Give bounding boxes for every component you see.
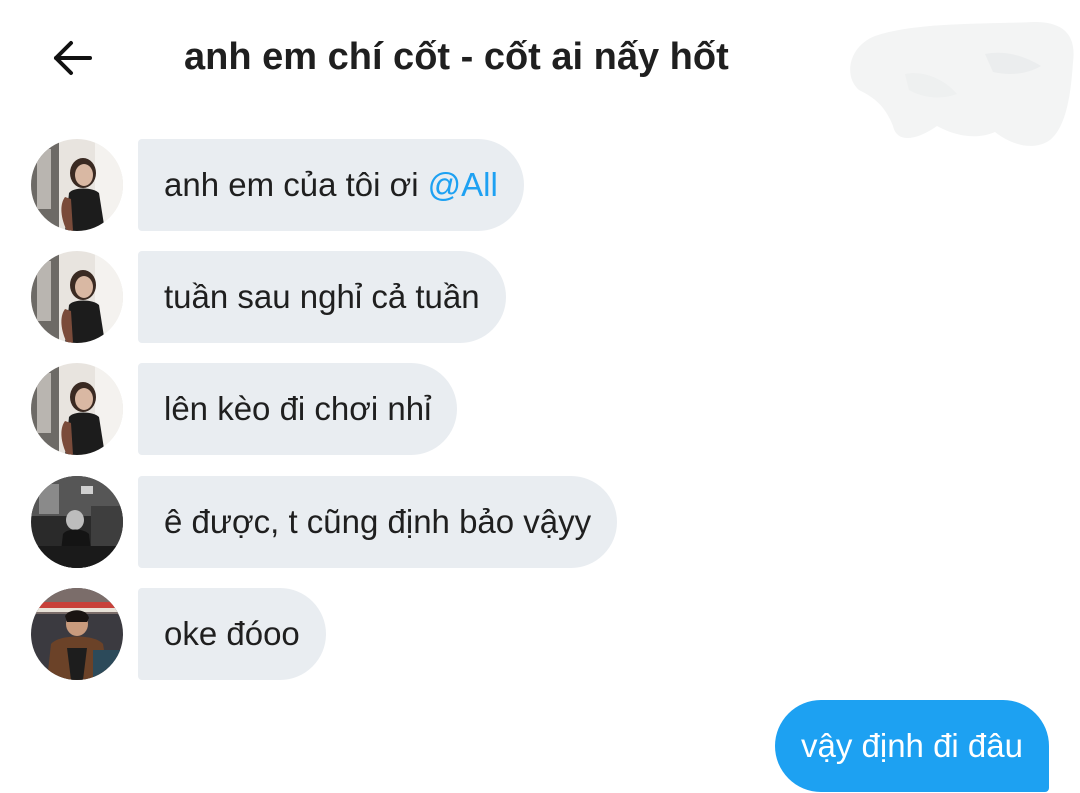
chat-title: anh em chí cốt - cốt ai nấy hốt xyxy=(184,36,729,78)
message-row: ê được, t cũng định bảo vậyy xyxy=(0,476,1080,568)
avatar[interactable] xyxy=(31,251,123,343)
chat-header: anh em chí cốt - cốt ai nấy hốt xyxy=(0,0,1080,146)
redacted-area xyxy=(850,22,1074,146)
message-text: oke đóoo xyxy=(164,615,300,652)
avatar[interactable] xyxy=(31,588,123,680)
message-row: anh em của tôi ơi @All xyxy=(0,139,1080,231)
message-bubble[interactable]: anh em của tôi ơi @All xyxy=(138,139,524,231)
message-row: tuần sau nghỉ cả tuần xyxy=(0,251,1080,343)
message-bubble[interactable]: ê được, t cũng định bảo vậyy xyxy=(138,476,618,568)
mention-link[interactable]: @All xyxy=(428,166,498,204)
message-text: ê được, t cũng định bảo vậyy xyxy=(164,503,592,540)
outgoing-message-text: vậy định đi đâu xyxy=(801,727,1023,764)
avatar-girl-image xyxy=(31,139,123,231)
message-row: lên kèo đi chơi nhỉ xyxy=(0,363,1080,455)
avatar[interactable] xyxy=(31,476,123,568)
avatar-girl-image xyxy=(31,363,123,455)
message-text: tuần sau nghỉ cả tuần xyxy=(164,278,480,315)
avatar-boy-bw-image xyxy=(31,476,123,568)
message-bubble[interactable]: lên kèo đi chơi nhỉ xyxy=(138,363,458,455)
avatar-boy-color-image xyxy=(31,588,123,680)
outgoing-message-bubble[interactable]: vậy định đi đâu xyxy=(775,700,1049,792)
message-bubble[interactable]: tuần sau nghỉ cả tuần xyxy=(138,251,506,343)
arrow-left-icon xyxy=(54,41,92,75)
avatar[interactable] xyxy=(31,139,123,231)
message-row: oke đóoo xyxy=(0,588,1080,680)
avatar-girl-image xyxy=(31,251,123,343)
message-bubble[interactable]: oke đóoo xyxy=(138,588,326,680)
back-button[interactable] xyxy=(44,30,100,86)
message-text: lên kèo đi chơi nhỉ xyxy=(164,390,432,427)
message-text: anh em của tôi ơi xyxy=(164,166,419,203)
avatar[interactable] xyxy=(31,363,123,455)
